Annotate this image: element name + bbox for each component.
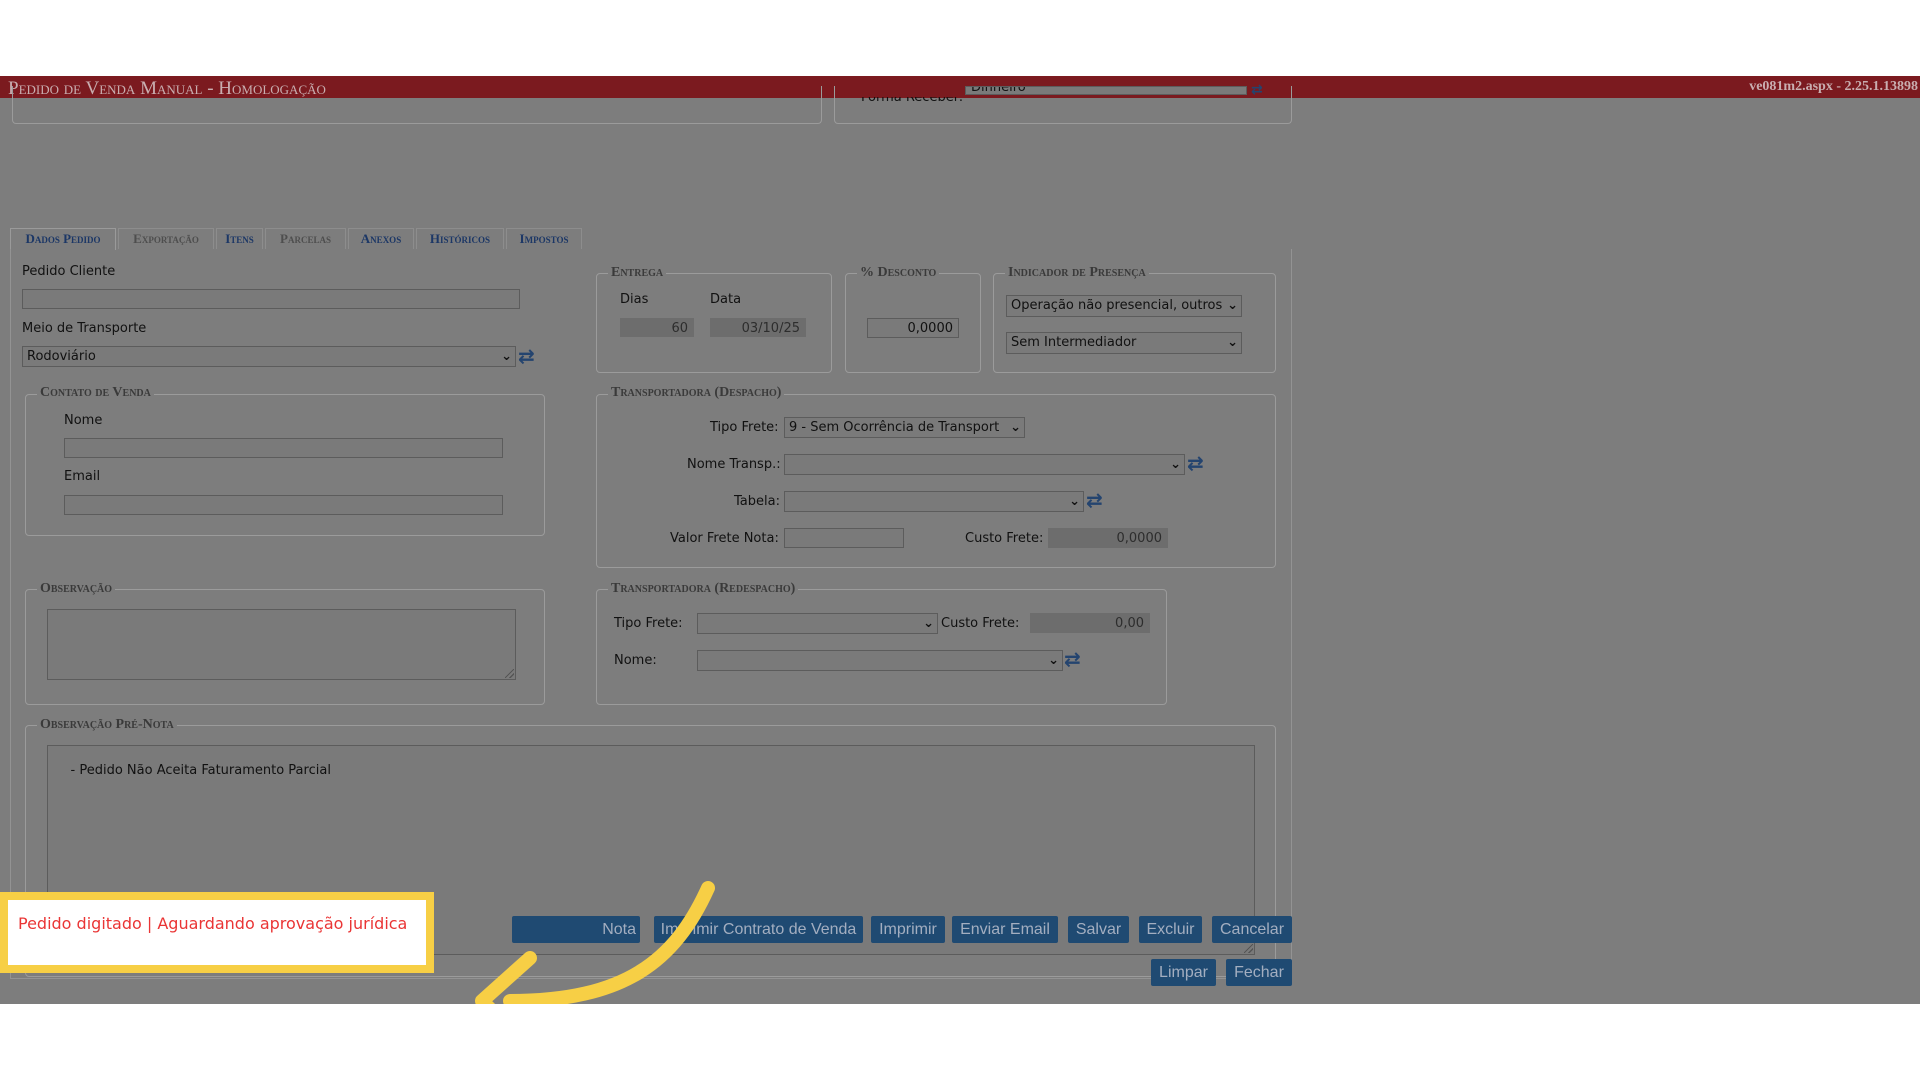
transp-redespacho-legend: Transportadora (Redespacho) [608,581,799,597]
tab-dados-pedido[interactable]: Dados Pedido [10,228,116,250]
tab-impostos[interactable]: Impostos [506,228,582,249]
chevron-down-icon: ⌄ [1010,418,1021,437]
tabela-select[interactable]: ⌄ [784,491,1084,512]
redespacho-tipo-frete-select[interactable]: ⌄ [697,613,938,634]
contato-email-input[interactable] [64,495,503,515]
custo-frete-value: 0,0000 [1048,528,1168,548]
transp-redespacho-panel [596,589,1167,705]
pedido-cliente-label: Pedido Cliente [22,264,116,279]
entrega-data-label: Data [710,292,742,307]
upper-panel-right: Forma Receber: Dinheiro ⇄ [834,82,1292,124]
redespacho-nome-select[interactable]: ⌄ [697,650,1063,671]
nome-transp-label: Nome Transp.: [687,457,781,472]
tipo-frete-value: 9 - Sem Ocorrência de Transport [789,420,1000,435]
desconto-legend: % Desconto [857,265,940,281]
fechar-button[interactable]: Fechar [1226,959,1292,986]
refresh-icon[interactable]: ⇄ [1064,649,1081,669]
tab-parcelas[interactable]: Parcelas [265,228,346,249]
entrega-data-value: 03/10/25 [710,318,806,337]
refresh-icon[interactable]: ⇄ [1086,490,1103,510]
indicador-presenca-select[interactable]: Operação não presencial, outros ⌄ [1006,295,1242,317]
tab-exportacao[interactable]: Exportação [118,228,214,249]
chevron-down-icon: ⌄ [1227,296,1238,316]
observacao-legend: Observação [37,581,116,597]
valor-frete-input[interactable] [784,528,904,548]
tab-itens[interactable]: Itens [216,228,263,249]
custo-frete-label: Custo Frete: [965,531,1044,546]
salvar-button[interactable]: Salvar [1068,916,1129,943]
chevron-down-icon: ⌄ [923,616,934,631]
nome-transp-select[interactable]: ⌄ [784,454,1185,475]
intermediador-value: Sem Intermediador [1011,335,1137,350]
refresh-icon[interactable]: ⇄ [518,346,535,366]
chevron-down-icon: ⌄ [501,349,512,364]
cancelar-button[interactable]: Cancelar [1212,916,1292,943]
chevron-down-icon: ⌄ [1170,457,1181,472]
observacao-pre-nota-legend: Observação Pré-Nota [37,717,177,733]
app-window: Pedido de Venda Manual - Homologação ve0… [0,76,1920,1004]
observacao-pre-nota-text: - Pedido Não Aceita Faturamento Parcial [70,763,331,778]
contato-nome-label: Nome [64,413,103,428]
annotation-arrow-icon [475,881,715,1004]
entrega-legend: Entrega [608,265,667,281]
forma-receber-label: Forma Receber: [861,97,964,105]
desconto-input[interactable]: 0,0000 [867,318,959,338]
tipo-frete-select[interactable]: 9 - Sem Ocorrência de Transport ⌄ [784,417,1025,438]
status-highlight-box: Pedido digitado | Aguardando aprovação j… [0,892,434,973]
contato-email-label: Email [64,469,101,484]
tipo-frete-label: Tipo Frete: [710,420,779,435]
intermediador-select[interactable]: Sem Intermediador ⌄ [1006,332,1242,354]
chevron-down-icon: ⌄ [1227,335,1238,350]
chevron-down-icon: ⌄ [1048,653,1059,668]
limpar-button[interactable]: Limpar [1151,959,1216,986]
refresh-icon[interactable]: ⇄ [1251,80,1263,100]
meio-transporte-value: Rodoviário [27,349,96,364]
contato-venda-legend: Contato de Venda [37,385,154,401]
valor-frete-label: Valor Frete Nota: [670,531,779,546]
redespacho-custo-frete-label: Custo Frete: [941,616,1020,631]
meio-transporte-label: Meio de Transporte [22,321,147,336]
status-message: Pedido digitado | Aguardando aprovação j… [18,914,408,933]
refresh-icon[interactable]: ⇄ [1187,453,1204,473]
tabela-label: Tabela: [734,494,780,509]
contato-nome-input[interactable] [64,438,503,458]
chevron-down-icon: ⌄ [1069,494,1080,509]
meio-transporte-select[interactable]: Rodoviário ⌄ [22,346,516,367]
upper-panel-left [12,86,822,124]
resize-handle-icon[interactable] [1244,944,1253,953]
version-label: ve081m2.aspx - 2.25.1.13898 [1749,79,1918,94]
redespacho-nome-label: Nome: [614,653,657,668]
forma-receber-select[interactable]: Dinheiro [965,86,1247,95]
observacao-textarea[interactable] [47,609,516,680]
tab-historicos[interactable]: Históricos [416,228,504,249]
redespacho-tipo-frete-label: Tipo Frete: [614,616,683,631]
transp-despacho-legend: Transportadora (Despacho) [608,385,785,401]
enviar-email-button[interactable]: Enviar Email [952,916,1058,943]
indicador-presenca-panel [993,273,1276,373]
pedido-cliente-input[interactable] [22,289,520,309]
indicador-presenca-value: Operação não presencial, outros [1011,298,1223,313]
excluir-button[interactable]: Excluir [1139,916,1202,943]
entrega-dias-value: 60 [620,318,694,337]
redespacho-custo-frete-value: 0,00 [1030,613,1150,633]
entrega-dias-label: Dias [620,292,649,307]
indicador-presenca-legend: Indicador de Presença [1005,265,1149,281]
imprimir-button[interactable]: Imprimir [871,916,945,943]
tab-anexos[interactable]: Anexos [348,228,414,249]
resize-handle-icon[interactable] [505,669,514,678]
